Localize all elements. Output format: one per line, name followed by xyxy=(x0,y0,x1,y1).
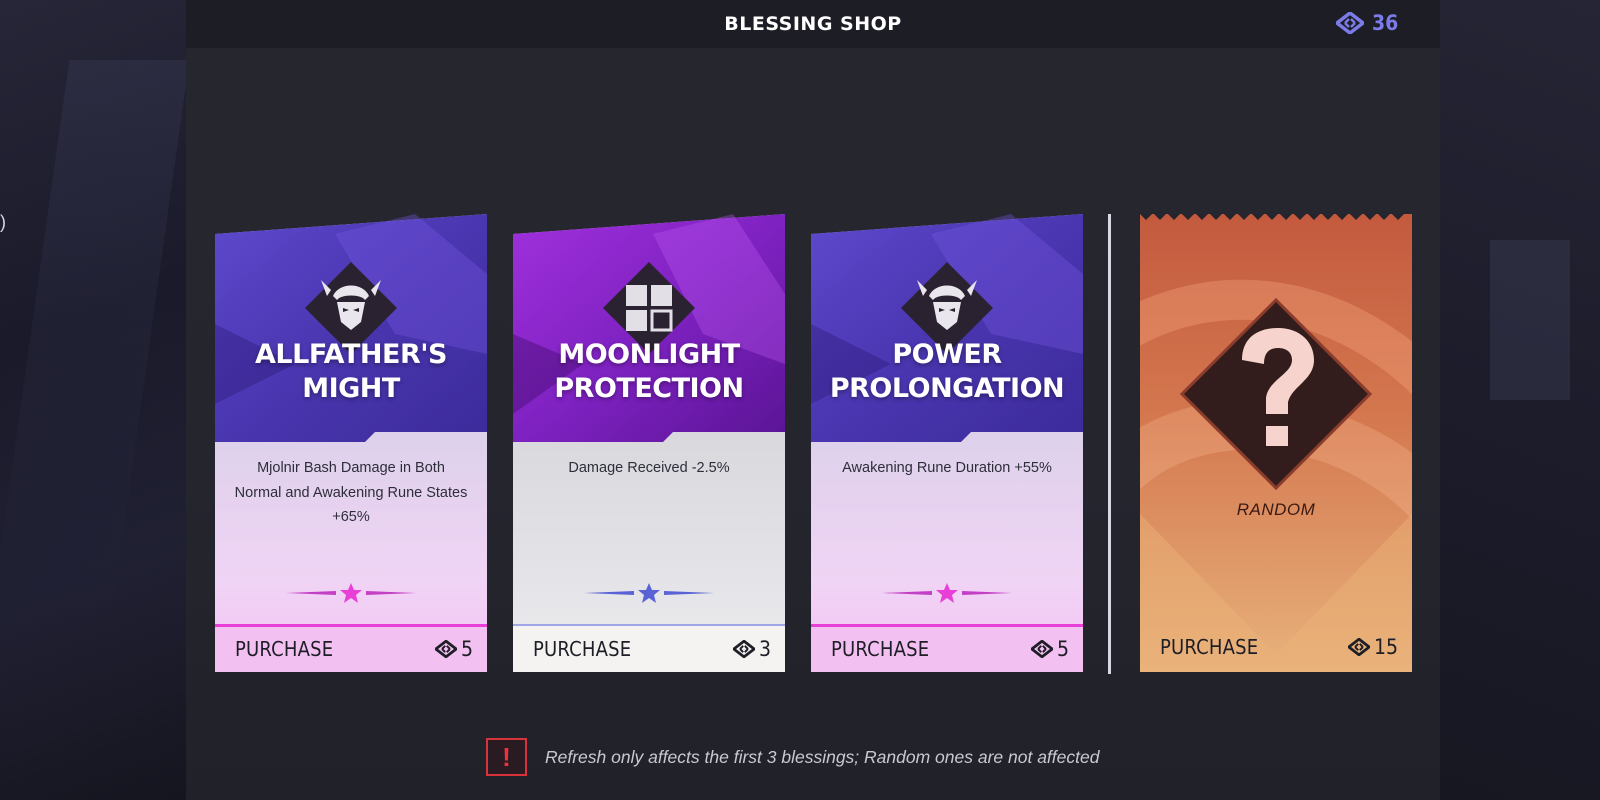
divider xyxy=(1108,214,1111,674)
blessing-card-power-prolongation[interactable]: POWER PROLONGATION Awakening Rune Durati… xyxy=(811,214,1083,672)
background-fragment: ) xyxy=(0,212,6,232)
card-title: POWER PROLONGATION xyxy=(811,338,1083,406)
price: 5 xyxy=(434,637,473,661)
purchase-button[interactable]: PURCHASE 3 xyxy=(513,626,785,672)
price: 3 xyxy=(732,637,771,661)
purchase-button[interactable]: PURCHASE 5 xyxy=(811,626,1083,672)
background-left xyxy=(0,0,186,800)
epic-star-icon xyxy=(882,583,1012,603)
card-description: Damage Received -2.5% xyxy=(568,460,730,476)
rune-currency-icon xyxy=(434,640,457,658)
rune-currency-icon xyxy=(732,640,755,658)
card-title-line1: ALLFATHER'S xyxy=(255,339,447,370)
currency-counter: 36 xyxy=(1336,11,1398,35)
page-title: BLESSING SHOP xyxy=(724,13,902,35)
epic-star-icon xyxy=(286,583,416,603)
card-title-line2: PROTECTION xyxy=(554,373,744,404)
price-value: 3 xyxy=(758,637,771,661)
currency-amount: 36 xyxy=(1372,11,1399,35)
rune-currency-icon xyxy=(1030,640,1053,658)
price-value: 15 xyxy=(1373,635,1398,659)
card-title: MOONLIGHT PROTECTION xyxy=(513,338,785,406)
background-right xyxy=(1440,0,1600,800)
card-title: ALLFATHER'S MIGHT xyxy=(215,338,487,406)
random-label: RANDOM xyxy=(1236,500,1316,519)
card-title-line1: POWER xyxy=(892,339,1002,370)
blessing-card-random[interactable]: RANDOM PURCHASE 15 xyxy=(1140,214,1412,672)
rare-star-icon xyxy=(584,583,714,603)
rune-currency-icon xyxy=(1347,638,1370,656)
purchase-button[interactable]: PURCHASE 15 xyxy=(1140,624,1412,670)
card-title-line1: MOONLIGHT xyxy=(558,339,740,370)
price-value: 5 xyxy=(1056,637,1069,661)
purchase-label: PURCHASE xyxy=(533,637,632,661)
card-description: Awakening Rune Duration +55% xyxy=(842,460,1052,476)
purchase-label: PURCHASE xyxy=(831,637,930,661)
rune-currency-icon xyxy=(1336,12,1364,34)
price-value: 5 xyxy=(460,637,473,661)
question-mark-icon xyxy=(1180,298,1372,490)
card-title-line2: MIGHT xyxy=(302,373,400,404)
card-title-line2: PROLONGATION xyxy=(829,373,1065,404)
blessing-card-allfathers-might[interactable]: ALLFATHER'S MIGHT Mjolnir Bash Damage in… xyxy=(215,214,487,672)
card-description: Mjolnir Bash Damage in Both Normal and A… xyxy=(234,460,468,525)
notice-text: Refresh only affects the first 3 blessin… xyxy=(545,746,1100,767)
shop-header: BLESSING SHOP xyxy=(186,0,1440,48)
price: 15 xyxy=(1347,635,1398,659)
purchase-label: PURCHASE xyxy=(1160,635,1259,659)
blessing-card-moonlight-protection[interactable]: MOONLIGHT PROTECTION Damage Received -2.… xyxy=(513,214,785,672)
purchase-label: PURCHASE xyxy=(235,637,334,661)
price: 5 xyxy=(1030,637,1069,661)
purchase-button[interactable]: PURCHASE 5 xyxy=(215,626,487,672)
refresh-notice: ! Refresh only affects the first 3 bless… xyxy=(486,738,1099,776)
exclamation-icon: ! xyxy=(486,738,527,776)
